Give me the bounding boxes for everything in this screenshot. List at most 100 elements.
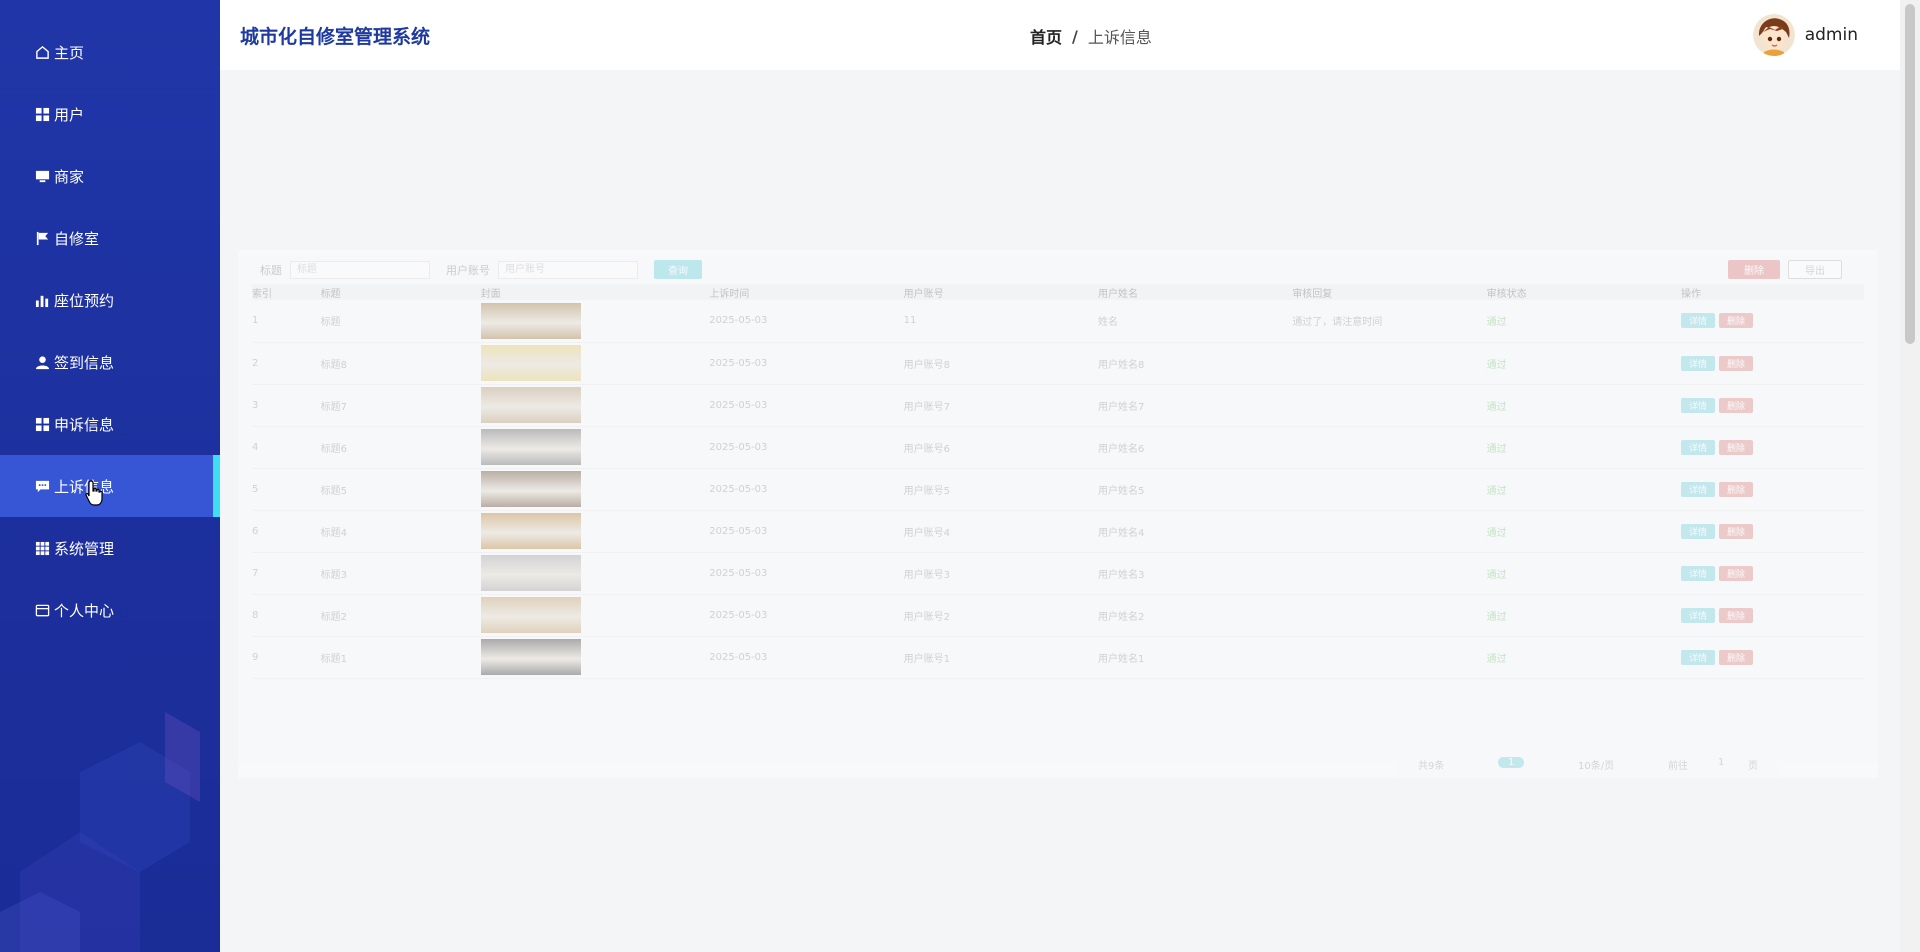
row-detail-button[interactable]: 详情 (1681, 313, 1716, 329)
account-search-input[interactable]: 用户账号 (498, 260, 638, 279)
row-delete-button[interactable]: 删除 (1719, 607, 1754, 623)
table-row[interactable]: 5 标题5 2025-05-03 用户账号5 用户姓名5 通过 详情 删除 (252, 468, 1864, 511)
row-detail-button[interactable]: 详情 (1681, 523, 1716, 539)
table-row[interactable]: 8 标题2 2025-05-03 用户账号2 用户姓名2 通过 详情 删除 (252, 594, 1864, 637)
row-detail-button[interactable]: 详情 (1681, 607, 1716, 623)
row-detail-button[interactable]: 详情 (1681, 649, 1716, 665)
scrollbar-thumb[interactable] (1905, 4, 1915, 344)
actions-cell: 详情 删除 (1681, 300, 1864, 343)
search-button[interactable]: 查询 (654, 260, 702, 279)
filter-account-label: 用户账号 (446, 263, 490, 277)
column-header[interactable]: 审核回复 (1292, 284, 1487, 300)
table-row[interactable]: 3 标题7 2025-05-03 用户账号7 用户姓名7 通过 详情 删除 (252, 384, 1864, 427)
row-reply (1292, 384, 1487, 427)
row-account: 用户账号3 (903, 552, 1098, 595)
cover-thumbnail[interactable] (480, 471, 581, 507)
table-row[interactable]: 9 标题1 2025-05-03 用户账号1 用户姓名1 通过 详情 删除 (252, 636, 1864, 679)
table-row[interactable]: 6 标题4 2025-05-03 用户账号4 用户姓名4 通过 详情 删除 (252, 510, 1864, 553)
user-menu[interactable]: admin (1752, 14, 1858, 56)
row-detail-button[interactable]: 详情 (1681, 439, 1716, 455)
cover-cell (480, 384, 710, 427)
row-delete-button[interactable]: 删除 (1719, 439, 1754, 455)
column-header[interactable]: 索引 (252, 284, 321, 300)
breadcrumb-home[interactable]: 首页 (1030, 24, 1062, 48)
row-delete-button[interactable]: 删除 (1719, 523, 1754, 539)
batch-delete-button[interactable]: 删除 (1728, 260, 1780, 279)
column-header[interactable]: 操作 (1681, 284, 1864, 300)
sidebar-item-label: 个人中心 (54, 601, 115, 620)
row-time: 2025-05-03 (709, 384, 904, 427)
pager-goto-input[interactable]: 1 (1718, 757, 1724, 768)
column-header[interactable]: 标题 (320, 284, 481, 300)
row-delete-button[interactable]: 删除 (1719, 355, 1754, 371)
username[interactable]: admin (1805, 25, 1858, 45)
status-badge: 通过 (1486, 485, 1507, 497)
pager-current-page[interactable]: 1 (1498, 757, 1525, 768)
row-delete-button[interactable]: 删除 (1719, 397, 1754, 413)
table-row[interactable]: 1 标题 2025-05-03 11 姓名 通过了，请注意时间 通过 详情 删除 (252, 300, 1864, 343)
row-index: 2 (252, 342, 321, 385)
row-detail-button[interactable]: 详情 (1681, 565, 1716, 581)
filter-bar: 标题 标题 用户账号 用户账号 查询 (260, 260, 702, 279)
sidebar-item-4[interactable]: 座位预约 (0, 269, 220, 331)
avatar[interactable] (1752, 14, 1795, 56)
bar-chart-icon (34, 292, 50, 308)
row-detail-button[interactable]: 详情 (1681, 397, 1716, 413)
column-header[interactable]: 上诉时间 (709, 284, 904, 300)
appeal-table: 索引 标题 封面 上诉时间 用户账号 用户姓名 审核回复 审核状态 操作 1 标题 2025-05-… (252, 284, 1864, 679)
cover-thumbnail[interactable] (480, 639, 581, 675)
status-cell: 通过 (1486, 426, 1681, 469)
column-header[interactable]: 用户姓名 (1097, 284, 1293, 300)
sidebar-nav: 主页 用户商家自修室 座位预约签到信息申诉信息上诉信息 系统管理个人中心 (0, 0, 220, 641)
pager-size[interactable]: 10条/页 (1578, 757, 1614, 772)
row-account: 用户账号7 (903, 384, 1098, 427)
row-delete-button[interactable]: 删除 (1719, 565, 1754, 581)
monitor-icon (34, 168, 50, 184)
export-button[interactable]: 导出 (1788, 260, 1842, 279)
table-row[interactable]: 4 标题6 2025-05-03 用户账号6 用户姓名6 通过 详情 删除 (252, 426, 1864, 469)
row-name: 用户姓名6 (1097, 426, 1293, 469)
row-account: 用户账号4 (903, 510, 1098, 553)
sidebar-item-6[interactable]: 申诉信息 (0, 393, 220, 455)
sidebar-item-label: 商家 (54, 167, 85, 186)
user-icon (34, 354, 50, 370)
column-header[interactable]: 用户账号 (903, 284, 1098, 300)
page-scrollbar[interactable] (1900, 0, 1920, 952)
cover-thumbnail[interactable] (480, 345, 581, 381)
sidebar-item-2[interactable]: 商家 (0, 145, 220, 207)
row-account: 用户账号1 (903, 636, 1098, 679)
sidebar-item-8[interactable]: 系统管理 (0, 517, 220, 579)
table-row[interactable]: 2 标题8 2025-05-03 用户账号8 用户姓名8 通过 详情 删除 (252, 342, 1864, 385)
status-badge: 通过 (1486, 401, 1507, 413)
sidebar-item-9[interactable]: 个人中心 (0, 579, 220, 641)
actions-cell: 详情 删除 (1681, 636, 1864, 679)
sidebar-item-label: 签到信息 (54, 353, 115, 372)
column-header[interactable]: 审核状态 (1486, 284, 1681, 300)
row-delete-button[interactable]: 删除 (1719, 313, 1754, 329)
sidebar-item-0[interactable]: 主页 (0, 21, 220, 83)
row-time: 2025-05-03 (709, 468, 904, 511)
sidebar-item-1[interactable]: 用户 (0, 83, 220, 145)
title-search-input[interactable]: 标题 (290, 260, 430, 279)
system-title: 城市化自修室管理系统 (240, 26, 431, 48)
table-row[interactable]: 7 标题3 2025-05-03 用户账号3 用户姓名3 通过 详情 删除 (252, 552, 1864, 595)
sidebar-item-3[interactable]: 自修室 (0, 207, 220, 269)
status-cell: 通过 (1486, 468, 1681, 511)
row-index: 7 (252, 552, 321, 595)
cover-thumbnail[interactable] (480, 302, 581, 339)
sidebar-item-7[interactable]: 上诉信息 (0, 455, 220, 517)
row-reply (1292, 510, 1487, 553)
row-detail-button[interactable]: 详情 (1681, 355, 1716, 371)
row-delete-button[interactable]: 删除 (1719, 481, 1754, 497)
apps-icon (34, 540, 50, 556)
row-delete-button[interactable]: 删除 (1719, 649, 1754, 665)
cover-thumbnail[interactable] (480, 597, 581, 633)
sidebar-item-5[interactable]: 签到信息 (0, 331, 220, 393)
cover-thumbnail[interactable] (480, 387, 581, 423)
sidebar-item-label: 申诉信息 (54, 415, 115, 434)
cover-thumbnail[interactable] (480, 429, 581, 465)
row-detail-button[interactable]: 详情 (1681, 481, 1716, 497)
cover-thumbnail[interactable] (480, 555, 581, 591)
cover-thumbnail[interactable] (480, 513, 581, 549)
column-header[interactable]: 封面 (480, 284, 710, 300)
